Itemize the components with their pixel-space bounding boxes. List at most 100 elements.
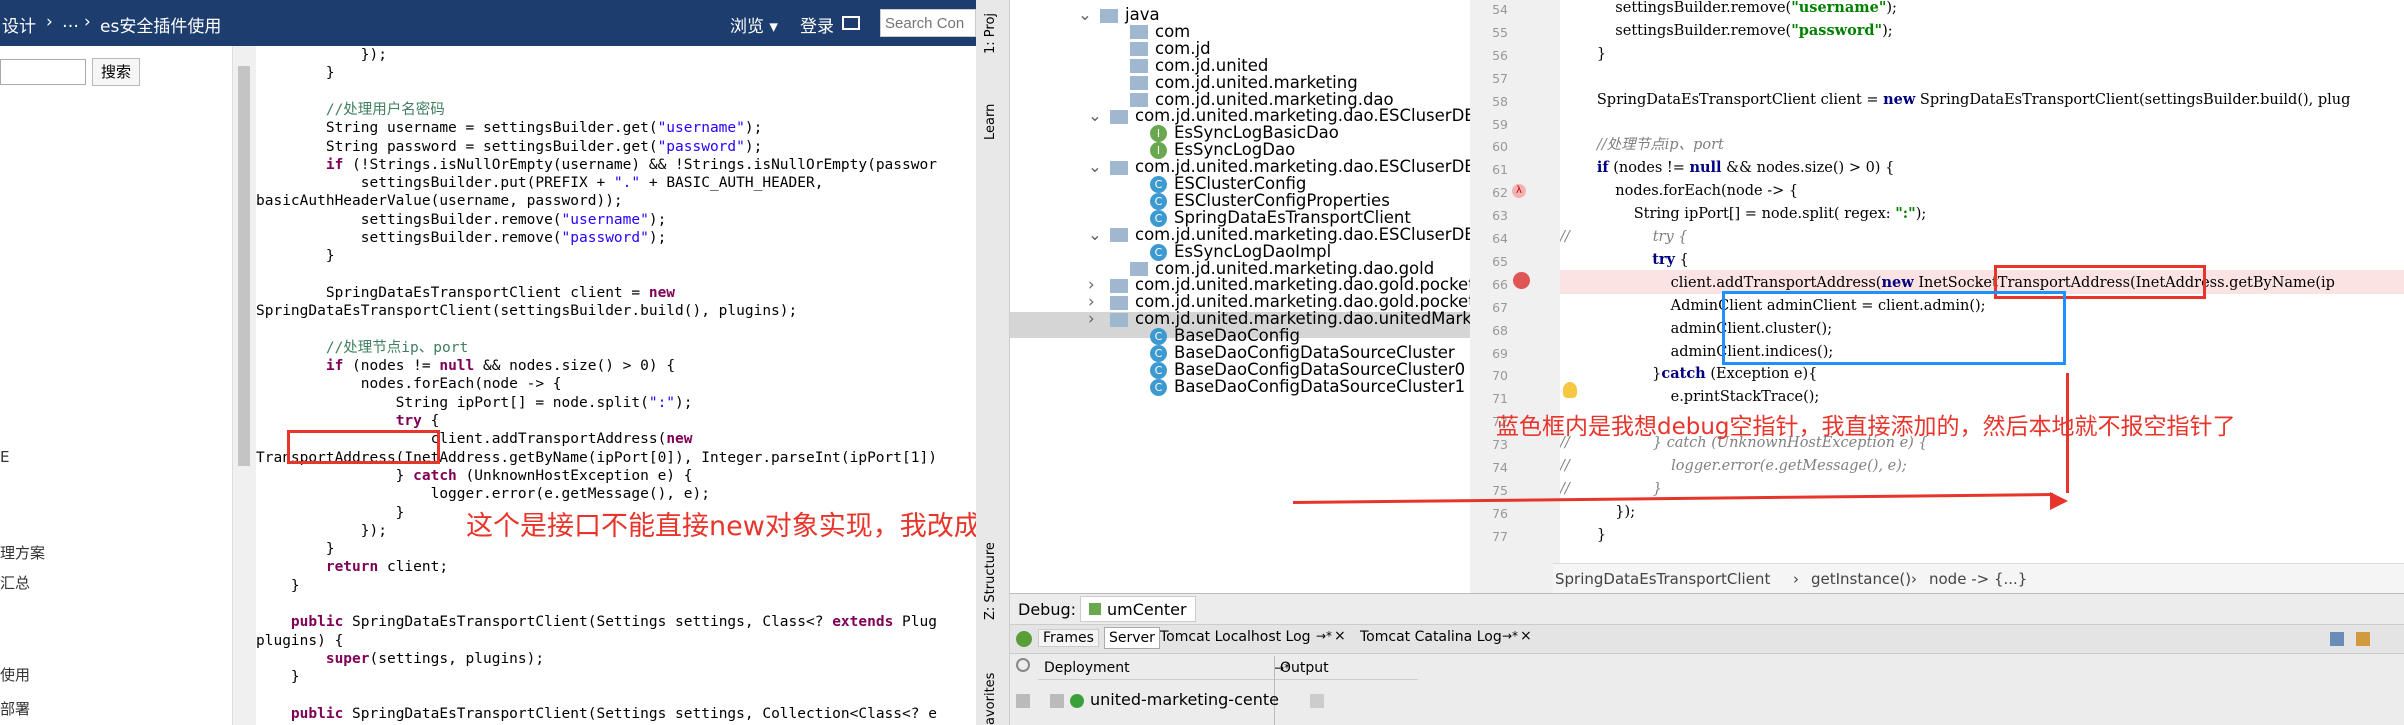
close-icon[interactable]: × [1520, 628, 1532, 644]
scrollbar-thumb[interactable] [238, 66, 250, 466]
scroll-up-icon[interactable] [1310, 694, 1324, 708]
structure-tool-button[interactable]: Z: Structure [983, 520, 998, 620]
code-line: return client; [325, 559, 449, 576]
breadcrumb-separator: › [1793, 570, 1799, 588]
code-line: if (!Strings.isNullOrEmpty(username) && … [325, 156, 937, 173]
line-number: 71 [1492, 391, 1508, 407]
login-link[interactable]: 登录 [800, 12, 834, 37]
project-tool-button[interactable]: 1: Proj [983, 4, 998, 54]
code-line: } [256, 669, 300, 686]
tree-item-label: BaseDaoConfigDataSourceCluster1 [1174, 376, 1466, 396]
tab-pin-icon[interactable]: →* [1502, 629, 1518, 643]
code-line: } [256, 65, 335, 82]
debug-config-tab[interactable]: umCenter [1080, 596, 1196, 622]
code-line: if (nodes != null && nodes.size() > 0) { [325, 358, 676, 375]
sidebar-item[interactable]: 汇总 [0, 572, 30, 593]
editor-line: }catch (Exception e){ [1560, 365, 1818, 383]
editor-line: try { [1652, 250, 1689, 268]
breadcrumb-lambda[interactable]: node -> {...} [1929, 564, 2027, 594]
code-line: public SpringDataEsTransportClient(Setti… [290, 614, 937, 631]
check-icon [1070, 693, 1084, 708]
expand-arrow-icon[interactable]: ⌄ [1088, 103, 1102, 129]
move-icon[interactable] [1050, 694, 1064, 708]
editor-line: } [1560, 526, 1607, 543]
folder-icon [1100, 8, 1118, 23]
expand-arrow-icon[interactable]: ⌄ [1088, 154, 1102, 180]
tab-tomcat-catalina-log[interactable]: Tomcat Catalina Log [1360, 629, 1502, 645]
deployment-item-label: united-marketing-cente [1090, 690, 1279, 709]
editor-line: String ipPort[] = node.split( regex: ":"… [1560, 205, 1927, 223]
code-line: } [256, 541, 335, 558]
breadcrumb-class[interactable]: SpringDataEsTransportClient [1555, 564, 1770, 594]
line-number: 65 [1492, 253, 1508, 269]
close-icon[interactable]: × [1334, 628, 1346, 644]
learn-tool-button[interactable]: Learn [983, 80, 998, 140]
line-number: 69 [1492, 345, 1508, 361]
editor-gutter: 54 55 56 57 58 59 60 61 62 63 64 65 66 67 68 69 70 71 72 73… [1470, 0, 1560, 593]
tab-server[interactable]: Server [1104, 627, 1160, 649]
editor-line: SpringDataEsTransportClient client = new… [1560, 90, 2351, 108]
line-number: 68 [1492, 322, 1508, 338]
search-button[interactable]: 搜索 [92, 58, 140, 86]
code-line: } [256, 248, 335, 265]
tab-pin-icon[interactable]: →* [1316, 629, 1332, 643]
code-line: basicAuthHeaderValue(username, password)… [256, 193, 623, 210]
sidebar-item[interactable]: 使用 [0, 664, 30, 685]
page-title: es安全插件使用 [100, 17, 222, 37]
line-number: 76 [1492, 505, 1508, 521]
browse-menu[interactable]: 浏览 ▾ [730, 12, 778, 37]
expand-arrow-icon[interactable]: ⌄ [1088, 222, 1102, 248]
line-number: 59 [1492, 116, 1508, 132]
sidebar-item[interactable]: 部署 [0, 698, 30, 719]
code-line: String password = settingsBuilder.get("p… [256, 138, 763, 155]
lambda-breakpoint-icon[interactable]: λ [1512, 184, 1526, 198]
deploy-icon[interactable] [1016, 694, 1030, 708]
code-line: } [256, 504, 405, 521]
line-number: 67 [1492, 299, 1508, 315]
line-number: 64 [1492, 231, 1508, 246]
line-number: 61 [1492, 162, 1508, 178]
code-line: } catch (UnknownHostException e) { [256, 467, 693, 484]
breadcrumb-method[interactable]: getInstance() [1811, 564, 1911, 594]
lightbulb-icon[interactable] [1563, 382, 1577, 398]
favorites-tool-button[interactable]: avorites [983, 660, 998, 725]
refresh-icon[interactable] [1016, 658, 1030, 672]
editor-line: settingsBuilder.remove("username"); [1560, 0, 1897, 16]
code-line: settingsBuilder.put(PREFIX + "." + BASIC… [256, 175, 824, 192]
sidebar-item[interactable]: E [0, 448, 9, 466]
layout-icon[interactable] [2330, 632, 2344, 646]
deployment-header-label: Deployment [1044, 660, 1130, 676]
settings-icon[interactable] [2356, 632, 2370, 646]
breakpoint-icon[interactable] [1513, 272, 1530, 289]
tree-item[interactable]: C BaseDaoConfigDataSourceCluster1 [1150, 374, 1465, 400]
left-sidebar: 搜索 E 理方案 汇总 使用 部署 [0, 46, 232, 725]
tab-frames[interactable]: Frames [1038, 629, 1099, 647]
breadcrumb-ellipsis[interactable]: … [62, 12, 79, 32]
annotation-right: 蓝色框内是我想debug空指针，我直接添加的，然后本地就不报空指针了 [1496, 414, 2236, 440]
code-line: SpringDataEsTransportClient(settingsBuil… [256, 303, 798, 320]
class-icon: C [1150, 378, 1167, 396]
layout-toggle-icon[interactable] [842, 16, 860, 30]
sidebar-item[interactable]: 理方案 [0, 542, 45, 563]
breadcrumb-item[interactable]: 设计 [2, 12, 36, 37]
expand-arrow-icon[interactable]: › [1088, 306, 1095, 332]
breadcrumb-separator: › [46, 12, 53, 32]
line-number: 58 [1492, 93, 1508, 109]
wiki-topbar: 设计 › … › es安全插件使用 浏览 ▾ 登录 [0, 0, 976, 46]
expand-arrow-icon[interactable]: ⌄ [1078, 2, 1092, 28]
tab-tomcat-localhost-log[interactable]: Tomcat Localhost Log [1160, 629, 1311, 645]
code-line: logger.error(e.getMessage(), e); [256, 486, 710, 503]
code-line: SpringDataEsTransportClient client = new [256, 284, 676, 301]
sidebar-search-input[interactable] [0, 59, 86, 85]
sidebar-scrollbar[interactable] [232, 46, 256, 725]
search-input[interactable] [880, 9, 976, 37]
bug-icon[interactable] [1016, 631, 1032, 647]
debug-config-name: umCenter [1107, 600, 1187, 619]
deployment-item[interactable]: united-marketing-cente [1070, 690, 1279, 709]
deployment-header: Deployment →* [1038, 656, 1418, 680]
arrow-head-icon [2050, 492, 2068, 510]
code-line: settingsBuilder.remove("password"); [256, 230, 667, 246]
code-block: }); } //处理用户名密码 String username = settin… [256, 46, 976, 725]
line-number: 54 [1492, 2, 1508, 17]
line-number: 62 [1492, 185, 1508, 201]
